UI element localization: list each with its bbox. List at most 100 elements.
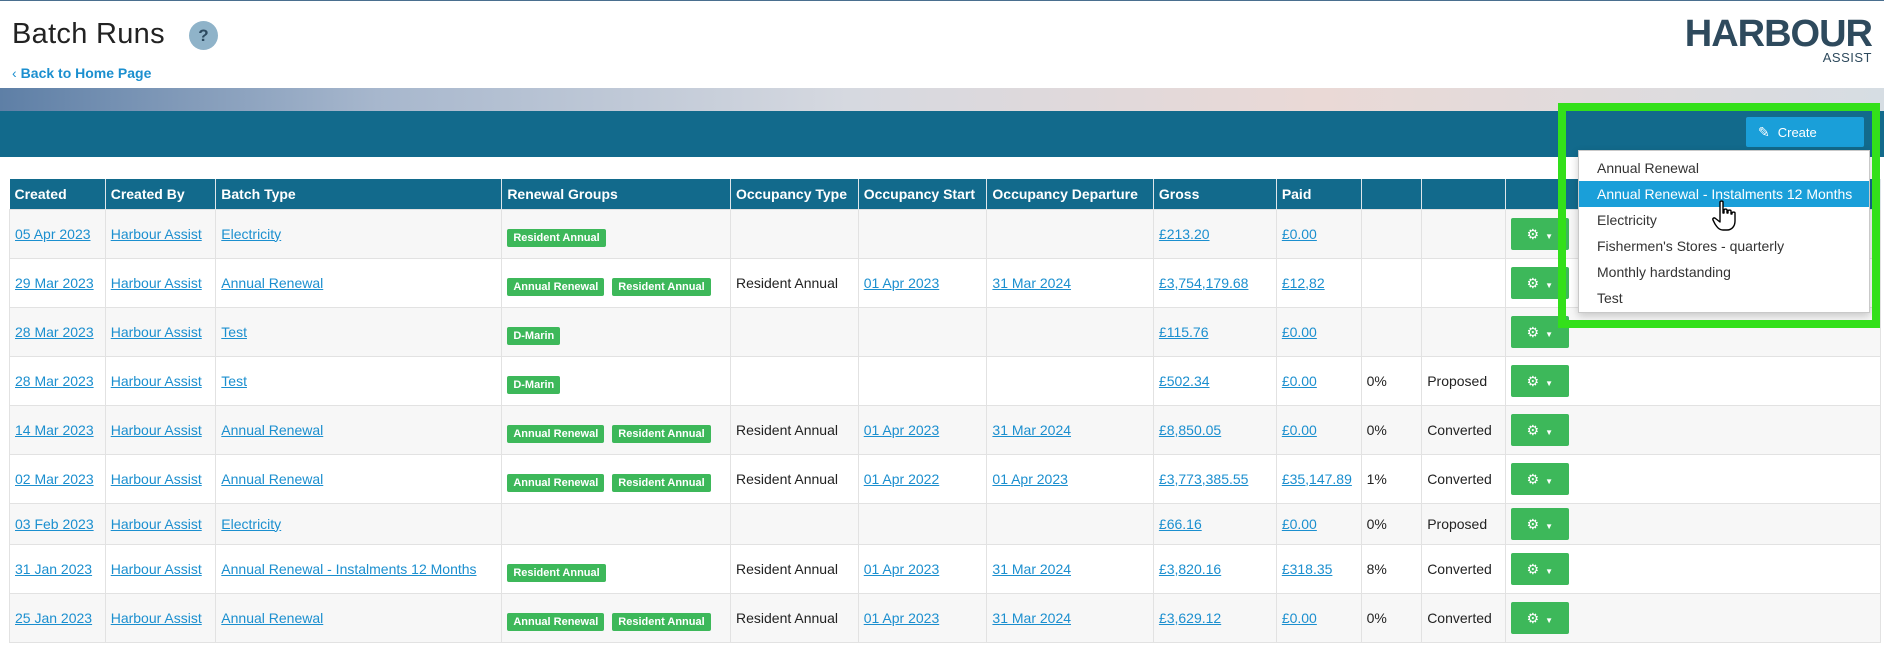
created-date-link[interactable]: 25 Jan 2023 [15, 610, 92, 626]
occupancy-type-text: Resident Annual [736, 560, 838, 577]
occupancy-departure-cell: 31 Mar 2024 [986, 404, 1154, 455]
batch-type-link[interactable]: Annual Renewal [221, 471, 323, 487]
col-header-created[interactable]: Created [9, 179, 106, 209]
created-by-link[interactable]: Harbour Assist [111, 373, 202, 389]
occupancy-start-link[interactable]: 01 Apr 2023 [864, 561, 940, 577]
created-date-link[interactable]: 02 Mar 2023 [15, 471, 94, 487]
batch-type-link[interactable]: Electricity [221, 226, 281, 242]
paid-link[interactable]: £0.00 [1282, 324, 1317, 340]
batch-type-link[interactable]: Annual Renewal - Instalments 12 Months [221, 561, 476, 577]
col-header-percent [1361, 179, 1423, 209]
gross-link[interactable]: £3,629.12 [1159, 610, 1221, 626]
occupancy-departure-link[interactable]: 31 Mar 2024 [992, 561, 1071, 577]
created-by-link[interactable]: Harbour Assist [111, 324, 202, 340]
created-date-link[interactable]: 29 Mar 2023 [15, 275, 94, 291]
created-by-link[interactable]: Harbour Assist [111, 471, 202, 487]
occupancy-departure-link[interactable]: 31 Mar 2024 [992, 275, 1071, 291]
paid-link[interactable]: £318.35 [1282, 561, 1333, 577]
created-date-link[interactable]: 14 Mar 2023 [15, 422, 94, 438]
gears-icon: ⚙ [1526, 560, 1540, 577]
occupancy-start-link[interactable]: 01 Apr 2023 [864, 610, 940, 626]
paid-link[interactable]: £0.00 [1282, 226, 1317, 242]
col-header-paid[interactable]: Paid [1276, 179, 1362, 209]
gross-link[interactable]: £213.20 [1159, 226, 1210, 242]
dropdown-item-test[interactable]: Test [1579, 285, 1869, 311]
paid-percent-text: 0% [1366, 609, 1387, 626]
dropdown-item-fishermens-stores[interactable]: Fishermen's Stores - quarterly [1579, 233, 1869, 259]
batch-type-link[interactable]: Test [221, 373, 247, 389]
table-row: 28 Mar 2023 Harbour Assist Test D-Marin £115… [9, 306, 1882, 357]
gross-link[interactable]: £3,773,385.55 [1159, 471, 1249, 487]
paid-link[interactable]: £12,82 [1282, 275, 1325, 291]
paid-cell: £318.35 [1275, 543, 1362, 594]
gross-link[interactable]: £3,820.16 [1159, 561, 1221, 577]
created-date-link[interactable]: 03 Feb 2023 [15, 516, 94, 532]
batch-type-link[interactable]: Annual Renewal [221, 610, 323, 626]
paid-percent-cell [1360, 257, 1423, 308]
col-header-batch-type[interactable]: Batch Type [215, 179, 503, 209]
renewal-groups-cell: Annual Renewal Resident Annual [501, 404, 731, 455]
help-icon[interactable]: ? [189, 21, 218, 50]
row-actions-button[interactable]: ⚙ ▼ [1510, 507, 1569, 540]
logo-main-text: HARBOUR [1684, 13, 1873, 55]
occupancy-start-cell [857, 306, 988, 357]
paid-cell: £0.00 [1275, 592, 1362, 643]
gross-link[interactable]: £115.76 [1159, 324, 1209, 340]
gross-cell: £213.20 [1152, 208, 1277, 259]
gross-link[interactable]: £502.34 [1159, 373, 1210, 389]
gross-link[interactable]: £66.16 [1159, 516, 1202, 532]
dropdown-item-monthly-hardstanding[interactable]: Monthly hardstanding [1579, 259, 1869, 285]
create-batch-button[interactable]: ✎Create Batch▼ [1746, 117, 1864, 170]
batch-type-link[interactable]: Annual Renewal [221, 422, 323, 438]
occupancy-departure-link[interactable]: 31 Mar 2024 [992, 422, 1071, 438]
row-actions-button[interactable]: ⚙ ▼ [1510, 601, 1569, 634]
row-actions-button[interactable]: ⚙ ▼ [1510, 364, 1569, 397]
paid-link[interactable]: £0.00 [1282, 373, 1317, 389]
paid-link[interactable]: £0.00 [1282, 610, 1317, 626]
created-by-link[interactable]: Harbour Assist [111, 516, 202, 532]
created-by-cell: Harbour Assist [104, 306, 217, 357]
col-header-renewal-groups[interactable]: Renewal Groups [501, 179, 731, 209]
batch-type-link[interactable]: Test [221, 324, 247, 340]
created-by-link[interactable]: Harbour Assist [111, 275, 202, 291]
row-actions-button[interactable]: ⚙ ▼ [1510, 552, 1569, 585]
occupancy-start-link[interactable]: 01 Apr 2023 [864, 275, 940, 291]
batch-type-link[interactable]: Electricity [221, 516, 281, 532]
dropdown-item-annual-renewal[interactable]: Annual Renewal [1579, 155, 1869, 181]
caret-down-icon: ▼ [1545, 329, 1554, 339]
created-date-link[interactable]: 31 Jan 2023 [15, 561, 92, 577]
paid-percent-cell: 0% [1360, 592, 1423, 643]
row-actions-button[interactable]: ⚙ ▼ [1510, 266, 1569, 299]
created-by-link[interactable]: Harbour Assist [111, 561, 202, 577]
row-actions-button[interactable]: ⚙ ▼ [1510, 217, 1569, 250]
table-row: 28 Mar 2023 Harbour Assist Test D-Marin £502… [9, 355, 1882, 406]
paid-link[interactable]: £0.00 [1282, 422, 1317, 438]
paid-link[interactable]: £0.00 [1282, 516, 1317, 532]
col-header-gross[interactable]: Gross [1153, 179, 1277, 209]
batch-type-link[interactable]: Annual Renewal [221, 275, 323, 291]
gross-link[interactable]: £8,850.05 [1159, 422, 1221, 438]
occupancy-start-link[interactable]: 01 Apr 2022 [864, 471, 940, 487]
created-by-link[interactable]: Harbour Assist [111, 226, 202, 242]
row-actions-button[interactable]: ⚙ ▼ [1510, 413, 1569, 446]
col-header-occupancy-type[interactable]: Occupancy Type [730, 179, 859, 209]
created-date-link[interactable]: 28 Mar 2023 [15, 324, 94, 340]
occupancy-departure-link[interactable]: 31 Mar 2024 [992, 610, 1071, 626]
paid-link[interactable]: £35,147.89 [1282, 471, 1352, 487]
col-header-occupancy-departure[interactable]: Occupancy Departure [986, 179, 1154, 209]
gross-link[interactable]: £3,754,179.68 [1159, 275, 1249, 291]
back-to-home-link[interactable]: ‹ Back to Home Page [12, 65, 151, 81]
col-header-created-by[interactable]: Created By [105, 179, 217, 209]
created-date-link[interactable]: 28 Mar 2023 [15, 373, 94, 389]
created-by-link[interactable]: Harbour Assist [111, 422, 202, 438]
occupancy-type-cell: Resident Annual [730, 257, 859, 308]
created-by-link[interactable]: Harbour Assist [111, 610, 202, 626]
occupancy-departure-link[interactable]: 01 Apr 2023 [992, 471, 1068, 487]
created-date-link[interactable]: 05 Apr 2023 [15, 226, 91, 242]
occupancy-start-link[interactable]: 01 Apr 2023 [864, 422, 940, 438]
occupancy-start-cell [857, 355, 988, 406]
col-header-occupancy-start[interactable]: Occupancy Start [858, 179, 988, 209]
row-actions-button[interactable]: ⚙ ▼ [1510, 315, 1569, 348]
batch-type-cell: Annual Renewal [215, 257, 503, 308]
row-actions-button[interactable]: ⚙ ▼ [1510, 462, 1569, 495]
